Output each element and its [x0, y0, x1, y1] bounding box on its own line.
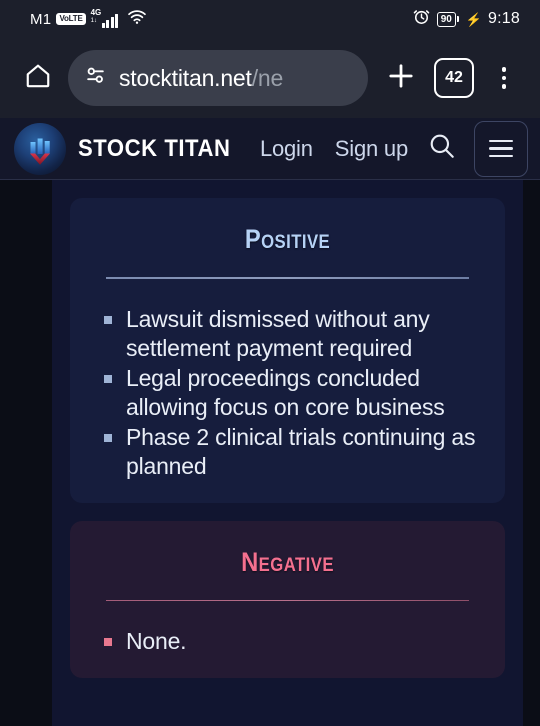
positive-bullet-list: Lawsuit dismissed without any settlement… — [70, 305, 505, 481]
list-item: Legal proceedings concluded allowing foc… — [104, 364, 479, 422]
browser-toolbar: stocktitan.net/ne 42 — [0, 38, 540, 118]
tune-icon[interactable] — [84, 64, 107, 92]
login-link[interactable]: Login — [260, 136, 313, 162]
alarm-icon — [413, 8, 430, 30]
url-path: /ne — [251, 64, 284, 91]
status-bar-right: 90 ⚡ 9:18 — [413, 8, 520, 30]
brand-name[interactable]: STOCK TITAN — [78, 135, 230, 163]
list-item: Lawsuit dismissed without any settlement… — [104, 305, 479, 363]
status-bar-left: M1 VoLTE 4G 1↓ — [30, 9, 147, 30]
site-header: STOCK TITAN Login Sign up — [0, 118, 540, 180]
list-item: None. — [104, 627, 479, 656]
url-bar[interactable]: stocktitan.net/ne — [68, 50, 368, 106]
stock-titan-logo-icon[interactable] — [14, 122, 66, 175]
battery-cap — [456, 16, 459, 22]
three-dot-menu-icon — [501, 67, 507, 72]
network-type-label: 4G — [90, 8, 102, 17]
negative-card: Negative None. — [70, 520, 505, 678]
negative-card-divider — [106, 599, 469, 601]
battery-level-label: 90 — [436, 11, 456, 27]
cellular-signal-icon: 4G 1↓ — [90, 8, 119, 28]
charging-bolt-icon: ⚡ — [465, 11, 483, 27]
search-button[interactable] — [422, 129, 462, 169]
new-tab-button[interactable] — [378, 55, 424, 101]
volte-badge: VoLTE — [56, 13, 86, 25]
network-activity-label: 1↓ — [90, 18, 97, 24]
signup-link[interactable]: Sign up — [335, 136, 408, 162]
hamburger-menu-button[interactable] — [474, 120, 528, 177]
negative-bullet-list: None. — [70, 627, 505, 656]
three-dot-menu-icon-3 — [501, 84, 507, 89]
browser-menu-button[interactable] — [484, 56, 524, 100]
positive-card-title: Positive — [244, 224, 331, 254]
clock-label: 9:18 — [488, 10, 520, 27]
page-content: Positive Lawsuit dismissed without any s… — [52, 180, 523, 726]
list-item: Phase 2 clinical trials continuing as pl… — [104, 423, 479, 481]
page-viewport: Positive Lawsuit dismissed without any s… — [0, 180, 540, 726]
wifi-icon — [127, 9, 147, 30]
signal-bars-icon — [101, 14, 119, 28]
battery-icon: 90 — [436, 11, 459, 27]
three-dot-menu-icon-2 — [501, 75, 507, 81]
search-icon — [427, 131, 457, 166]
status-bar: M1 VoLTE 4G 1↓ 90 ⚡ 9:18 — [0, 0, 540, 38]
positive-card-divider — [106, 277, 469, 279]
hamburger-menu-icon — [489, 139, 513, 143]
carrier-label: M1 — [30, 10, 52, 28]
plus-icon — [386, 61, 416, 96]
negative-card-title: Negative — [241, 546, 334, 577]
hamburger-menu-icon-2 — [489, 147, 513, 150]
site-nav: Login Sign up — [260, 136, 408, 162]
tab-switcher-button[interactable]: 42 — [434, 58, 474, 98]
hamburger-menu-icon-3 — [489, 154, 513, 158]
url-text: stocktitan.net/ne — [119, 65, 283, 92]
url-host: stocktitan.net — [119, 64, 252, 91]
tab-count-label: 42 — [445, 69, 463, 86]
home-icon — [24, 62, 52, 95]
positive-card: Positive Lawsuit dismissed without any s… — [70, 198, 505, 503]
home-button[interactable] — [16, 56, 60, 100]
